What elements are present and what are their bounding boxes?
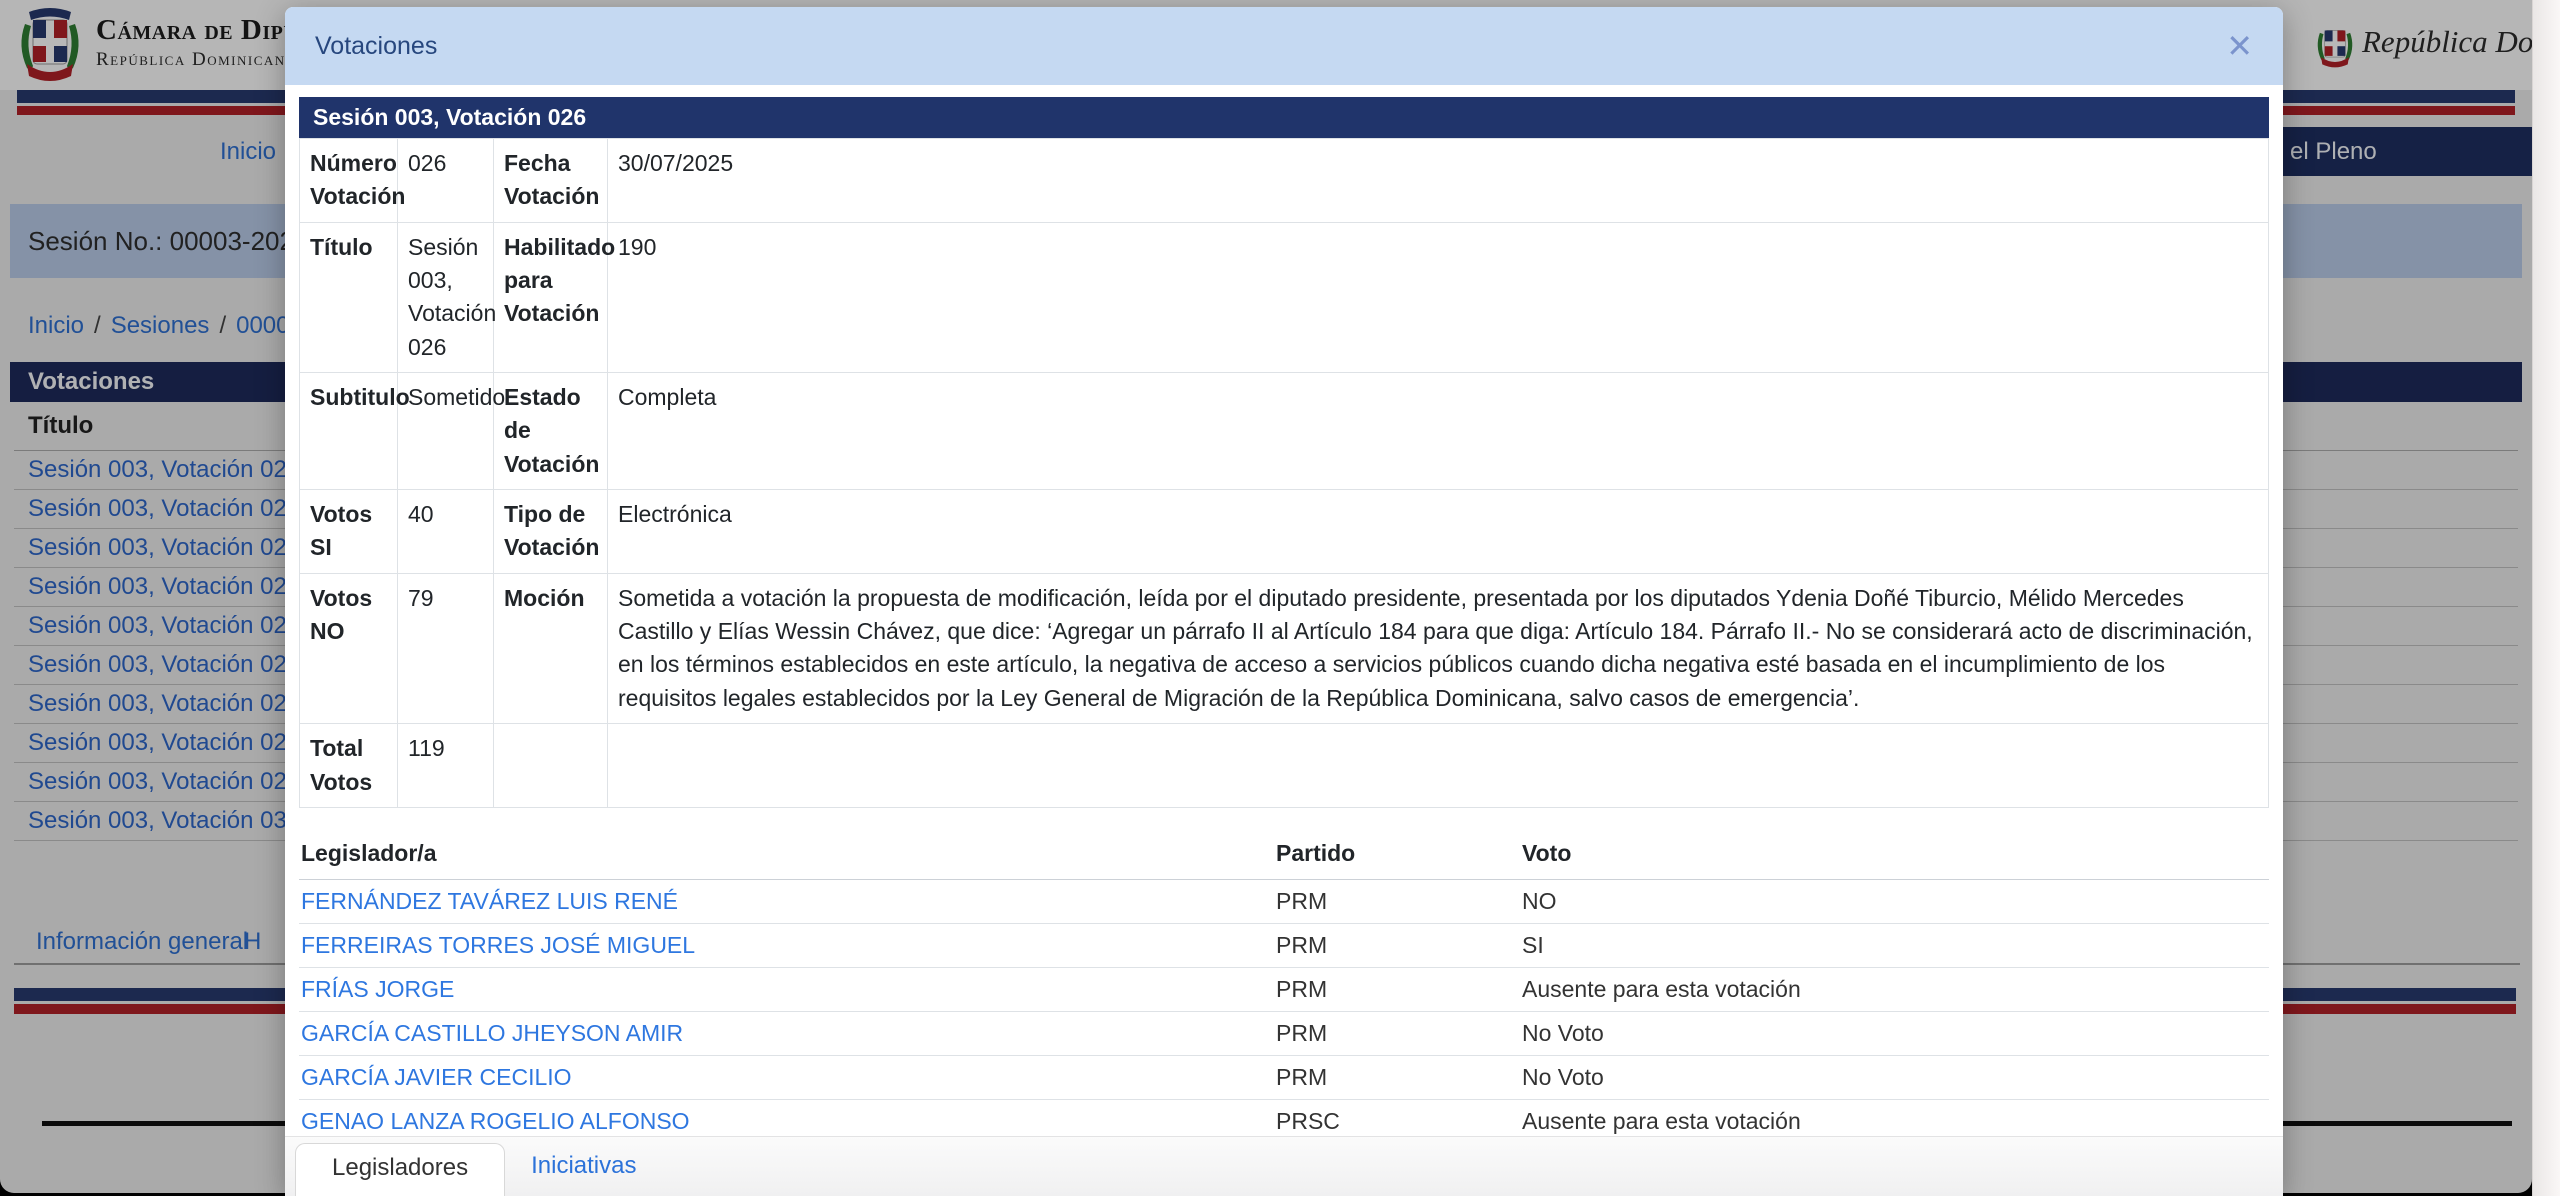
- column-header-voto: Voto: [1520, 829, 2269, 880]
- tab-iniciativas[interactable]: Iniciativas: [505, 1152, 662, 1196]
- detail-label: Votos SI: [299, 489, 398, 574]
- table-row: GENAO LANZA ROGELIO ALFONSO PRSC Ausente…: [299, 1099, 2269, 1136]
- modal-title: Votaciones: [315, 31, 438, 60]
- table-row: Votos NO 79 Moción Sometida a votación l…: [299, 572, 2269, 725]
- vote-cell: Ausente para esta votación: [1520, 1099, 2269, 1136]
- detail-value: 026: [397, 138, 494, 223]
- detail-value: Sometido: [397, 372, 505, 491]
- detail-value: 79: [397, 572, 494, 725]
- tab-legisladores[interactable]: Legisladores: [295, 1143, 506, 1196]
- legislator-link[interactable]: GENAO LANZA ROGELIO ALFONSO: [301, 1108, 690, 1134]
- party-cell: PRM: [1274, 879, 1520, 924]
- detail-label: Votos NO: [299, 572, 398, 725]
- screen: Cámara de Diputados República Dominicana…: [0, 0, 2560, 1196]
- detail-label: Tipo de Votación: [493, 489, 608, 574]
- table-row: GARCÍA JAVIER CECILIO PRM No Voto: [299, 1055, 2269, 1100]
- legislator-link[interactable]: FERNÁNDEZ TAVÁREZ LUIS RENÉ: [301, 888, 678, 914]
- vote-cell: SI: [1520, 923, 2269, 968]
- vote-cell: Ausente para esta votación: [1520, 967, 2269, 1012]
- legislator-link[interactable]: FRÍAS JORGE: [301, 976, 454, 1002]
- modal-header: Votaciones ✕: [285, 7, 2283, 85]
- detail-label: Subtitulo: [299, 372, 410, 491]
- table-row: FERNÁNDEZ TAVÁREZ LUIS RENÉ PRM NO: [299, 879, 2269, 924]
- party-cell: PRM: [1274, 1055, 1520, 1100]
- column-header-partido: Partido: [1274, 829, 1520, 880]
- table-row: Total Votos 119: [299, 723, 2269, 808]
- vote-cell: NO: [1520, 879, 2269, 924]
- detail-value: 30/07/2025: [607, 138, 2269, 223]
- table-row: Subtitulo Sometido Estado de Votación Co…: [299, 372, 2269, 491]
- table-header-row: Legislador/a Partido Voto: [299, 829, 2269, 880]
- detail-label: Total Votos: [299, 723, 398, 808]
- modal-body: Sesión 003, Votación 026 Número Votación…: [285, 85, 2283, 1136]
- close-icon[interactable]: ✕: [2226, 30, 2253, 62]
- detail-value: 40: [397, 489, 494, 574]
- detail-label: Título: [299, 221, 398, 374]
- detail-value: [607, 723, 2269, 808]
- detail-label: Número Votación: [299, 138, 405, 223]
- table-row: GARCÍA CASTILLO JHEYSON AMIR PRM No Voto: [299, 1011, 2269, 1056]
- legislator-link[interactable]: GARCÍA JAVIER CECILIO: [301, 1064, 572, 1090]
- detail-label: [493, 723, 608, 808]
- legislator-link[interactable]: FERREIRAS TORRES JOSÉ MIGUEL: [301, 932, 695, 958]
- table-row: FERREIRAS TORRES JOSÉ MIGUEL PRM SI: [299, 923, 2269, 968]
- column-header-legislador: Legislador/a: [299, 829, 1274, 880]
- vote-details-table: Número Votación 026 Fecha Votación 30/07…: [299, 138, 2269, 808]
- votaciones-modal: Votaciones ✕ Sesión 003, Votación 026 Nú…: [285, 7, 2283, 1196]
- mocion-text: Sometida a votación la propuesta de modi…: [607, 572, 2269, 725]
- detail-value: 119: [397, 723, 494, 808]
- legislators-table: Legislador/a Partido Voto FERNÁNDEZ TAVÁ…: [299, 829, 2269, 1136]
- modal-footer: Legisladores Iniciativas: [285, 1136, 2283, 1196]
- detail-label: Habilitado para Votación: [493, 221, 615, 374]
- table-row: Título Sesión 003, Votación 026 Habilita…: [299, 221, 2269, 374]
- party-cell: PRM: [1274, 923, 1520, 968]
- table-row: FRÍAS JORGE PRM Ausente para esta votaci…: [299, 967, 2269, 1012]
- detail-label: Fecha Votación: [493, 138, 608, 223]
- detail-value: Completa: [607, 372, 2269, 491]
- detail-label: Moción: [493, 572, 608, 725]
- table-row: Votos SI 40 Tipo de Votación Electrónica: [299, 489, 2269, 574]
- detail-value: Electrónica: [607, 489, 2269, 574]
- detail-value: 190: [607, 221, 2269, 374]
- party-cell: PRM: [1274, 967, 1520, 1012]
- party-cell: PRSC: [1274, 1099, 1520, 1136]
- detail-value: Sesión 003, Votación 026: [397, 221, 496, 374]
- vote-cell: No Voto: [1520, 1011, 2269, 1056]
- party-cell: PRM: [1274, 1011, 1520, 1056]
- detail-label: Estado de Votación: [493, 372, 608, 491]
- vote-cell: No Voto: [1520, 1055, 2269, 1100]
- desktop-side-strip: [2532, 0, 2560, 1196]
- table-row: Número Votación 026 Fecha Votación 30/07…: [299, 138, 2269, 223]
- legislator-link[interactable]: GARCÍA CASTILLO JHEYSON AMIR: [301, 1020, 683, 1046]
- vote-section-title: Sesión 003, Votación 026: [299, 97, 2269, 138]
